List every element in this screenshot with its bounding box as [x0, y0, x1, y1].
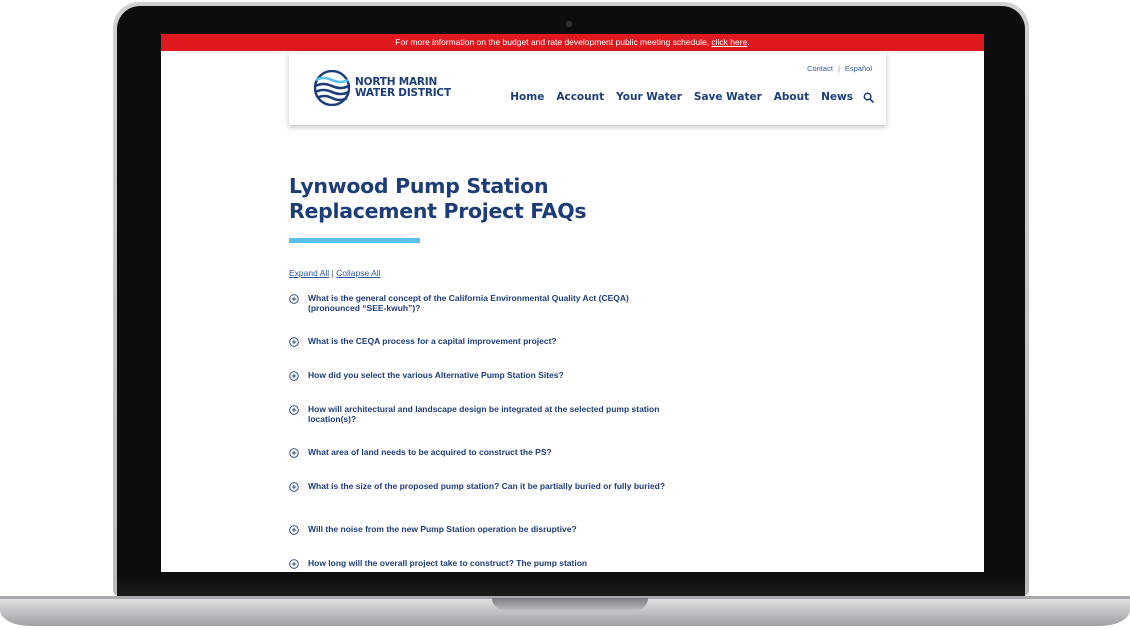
faq-question[interactable]: Will the noise from the new Pump Station… [308, 524, 668, 534]
faq-item[interactable]: How will architectural and landscape des… [289, 404, 719, 447]
faq-list: What is the general concept of the Calif… [289, 293, 719, 572]
faq-question[interactable]: How long will the overall project take t… [308, 558, 668, 568]
expand-plus-icon[interactable] [289, 559, 299, 569]
nav-item-your-water[interactable]: Your Water [616, 91, 682, 103]
browser-viewport: For more information on the budget and r… [161, 34, 984, 572]
expand-plus-icon[interactable] [289, 482, 299, 492]
contact-link[interactable]: Contact [807, 64, 833, 73]
expand-all-link[interactable]: Expand All [289, 268, 329, 278]
brand-name: NORTH MARIN WATER DISTRICT [355, 77, 451, 99]
faq-item[interactable]: What is the CEQA process for a capital i… [289, 336, 719, 370]
page-title-line-2: Replacement Project FAQs [289, 199, 587, 223]
faq-question[interactable]: How will architectural and landscape des… [308, 404, 668, 424]
alert-banner: For more information on the budget and r… [161, 34, 984, 51]
espanol-link[interactable]: Español [845, 64, 872, 73]
page-title-line-1: Lynwood Pump Station [289, 174, 549, 198]
faq-item[interactable]: What is the general concept of the Calif… [289, 293, 719, 336]
nav-item-home[interactable]: Home [510, 91, 544, 103]
alert-suffix: . [747, 37, 750, 47]
faq-question[interactable]: What area of land needs to be acquired t… [308, 447, 668, 457]
site-header: NORTH MARIN WATER DISTRICT Contact | Españ… [289, 51, 886, 125]
faq-item[interactable]: What is the size of the proposed pump st… [289, 481, 719, 524]
title-underline [289, 238, 420, 243]
faq-question[interactable]: What is the general concept of the Calif… [308, 293, 668, 313]
water-waves-logo-icon [314, 70, 350, 106]
faq-item[interactable]: How did you select the various Alternati… [289, 370, 719, 404]
faq-item[interactable]: How long will the overall project take t… [289, 558, 719, 572]
laptop-chin [117, 574, 1025, 596]
main-nav: Home Account Your Water Save Water About… [498, 91, 874, 103]
faq-toggle-links: Expand All | Collapse All [289, 268, 719, 278]
page-title: Lynwood Pump Station Replacement Project… [289, 174, 719, 224]
camera-icon [566, 21, 572, 27]
expand-plus-icon[interactable] [289, 294, 299, 304]
nav-item-save-water[interactable]: Save Water [694, 91, 762, 103]
expand-plus-icon[interactable] [289, 405, 299, 415]
expand-plus-icon[interactable] [289, 448, 299, 458]
collapse-all-link[interactable]: Collapse All [336, 268, 380, 278]
utility-separator: | [837, 64, 840, 73]
alert-text: For more information on the budget and r… [395, 37, 712, 47]
nav-item-account[interactable]: Account [556, 91, 604, 103]
site-logo[interactable]: NORTH MARIN WATER DISTRICT [314, 70, 451, 106]
search-icon[interactable] [863, 92, 874, 103]
faq-item[interactable]: Will the noise from the new Pump Station… [289, 524, 719, 558]
brand-line-2: WATER DISTRICT [355, 87, 451, 99]
faq-question[interactable]: What is the CEQA process for a capital i… [308, 336, 668, 346]
faq-question[interactable]: How did you select the various Alternati… [308, 370, 668, 380]
nav-item-about[interactable]: About [774, 91, 809, 103]
expand-plus-icon[interactable] [289, 337, 299, 347]
nav-item-news[interactable]: News [821, 91, 853, 103]
expand-plus-icon[interactable] [289, 371, 299, 381]
faq-item[interactable]: What area of land needs to be acquired t… [289, 447, 719, 481]
main-content: Lynwood Pump Station Replacement Project… [289, 174, 719, 572]
expand-plus-icon[interactable] [289, 525, 299, 535]
laptop-notch [492, 598, 648, 610]
utility-links: Contact | Español [807, 64, 872, 73]
alert-link[interactable]: click here [711, 37, 747, 47]
faq-question[interactable]: What is the size of the proposed pump st… [308, 481, 668, 491]
